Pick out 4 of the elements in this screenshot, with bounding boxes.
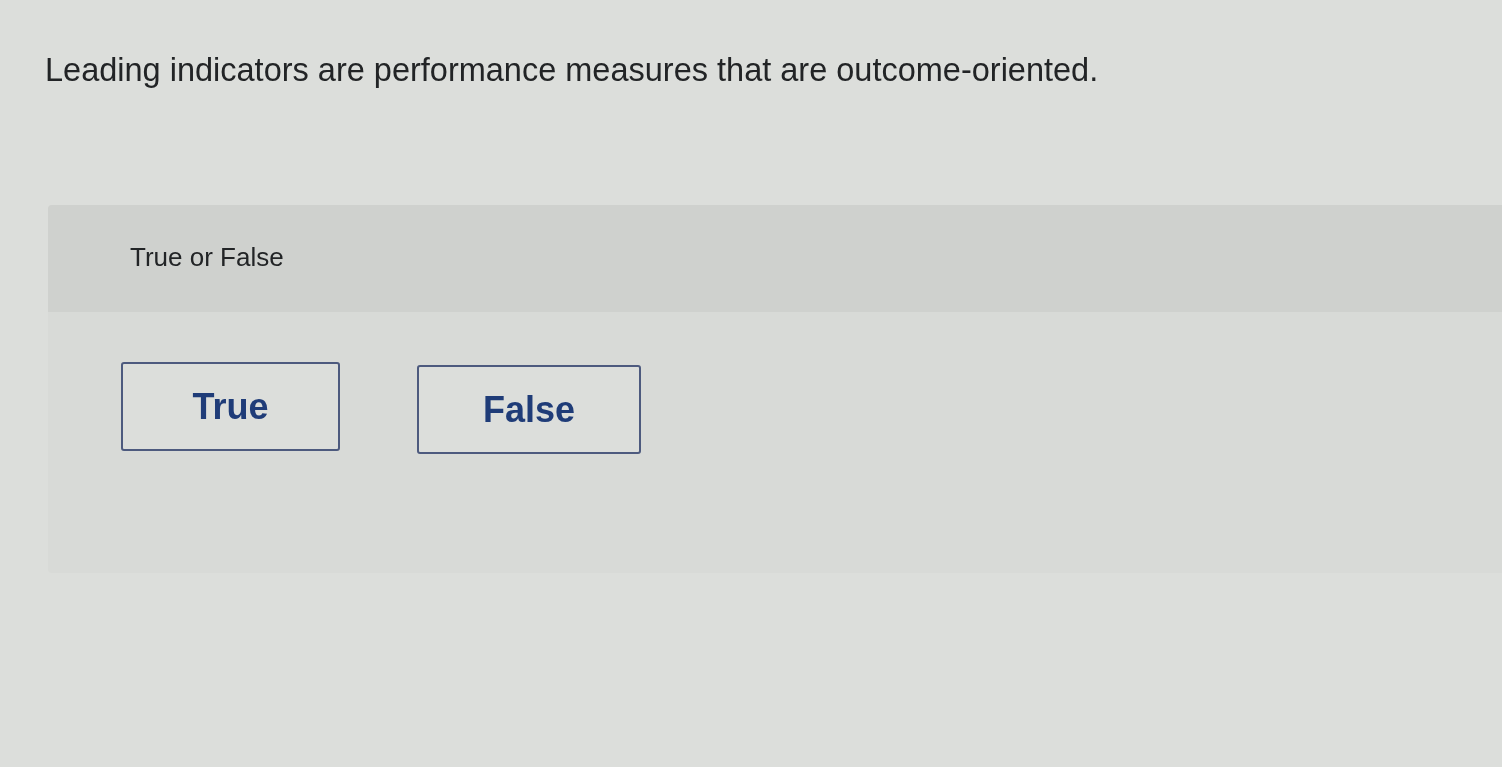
answer-choice-button[interactable]: True: [121, 362, 340, 451]
prompt-text: True or False: [130, 242, 284, 273]
answer-choice-button[interactable]: False: [417, 365, 641, 454]
question-text: Leading indicators are performance measures that are outcome-oriented.: [45, 51, 1099, 90]
